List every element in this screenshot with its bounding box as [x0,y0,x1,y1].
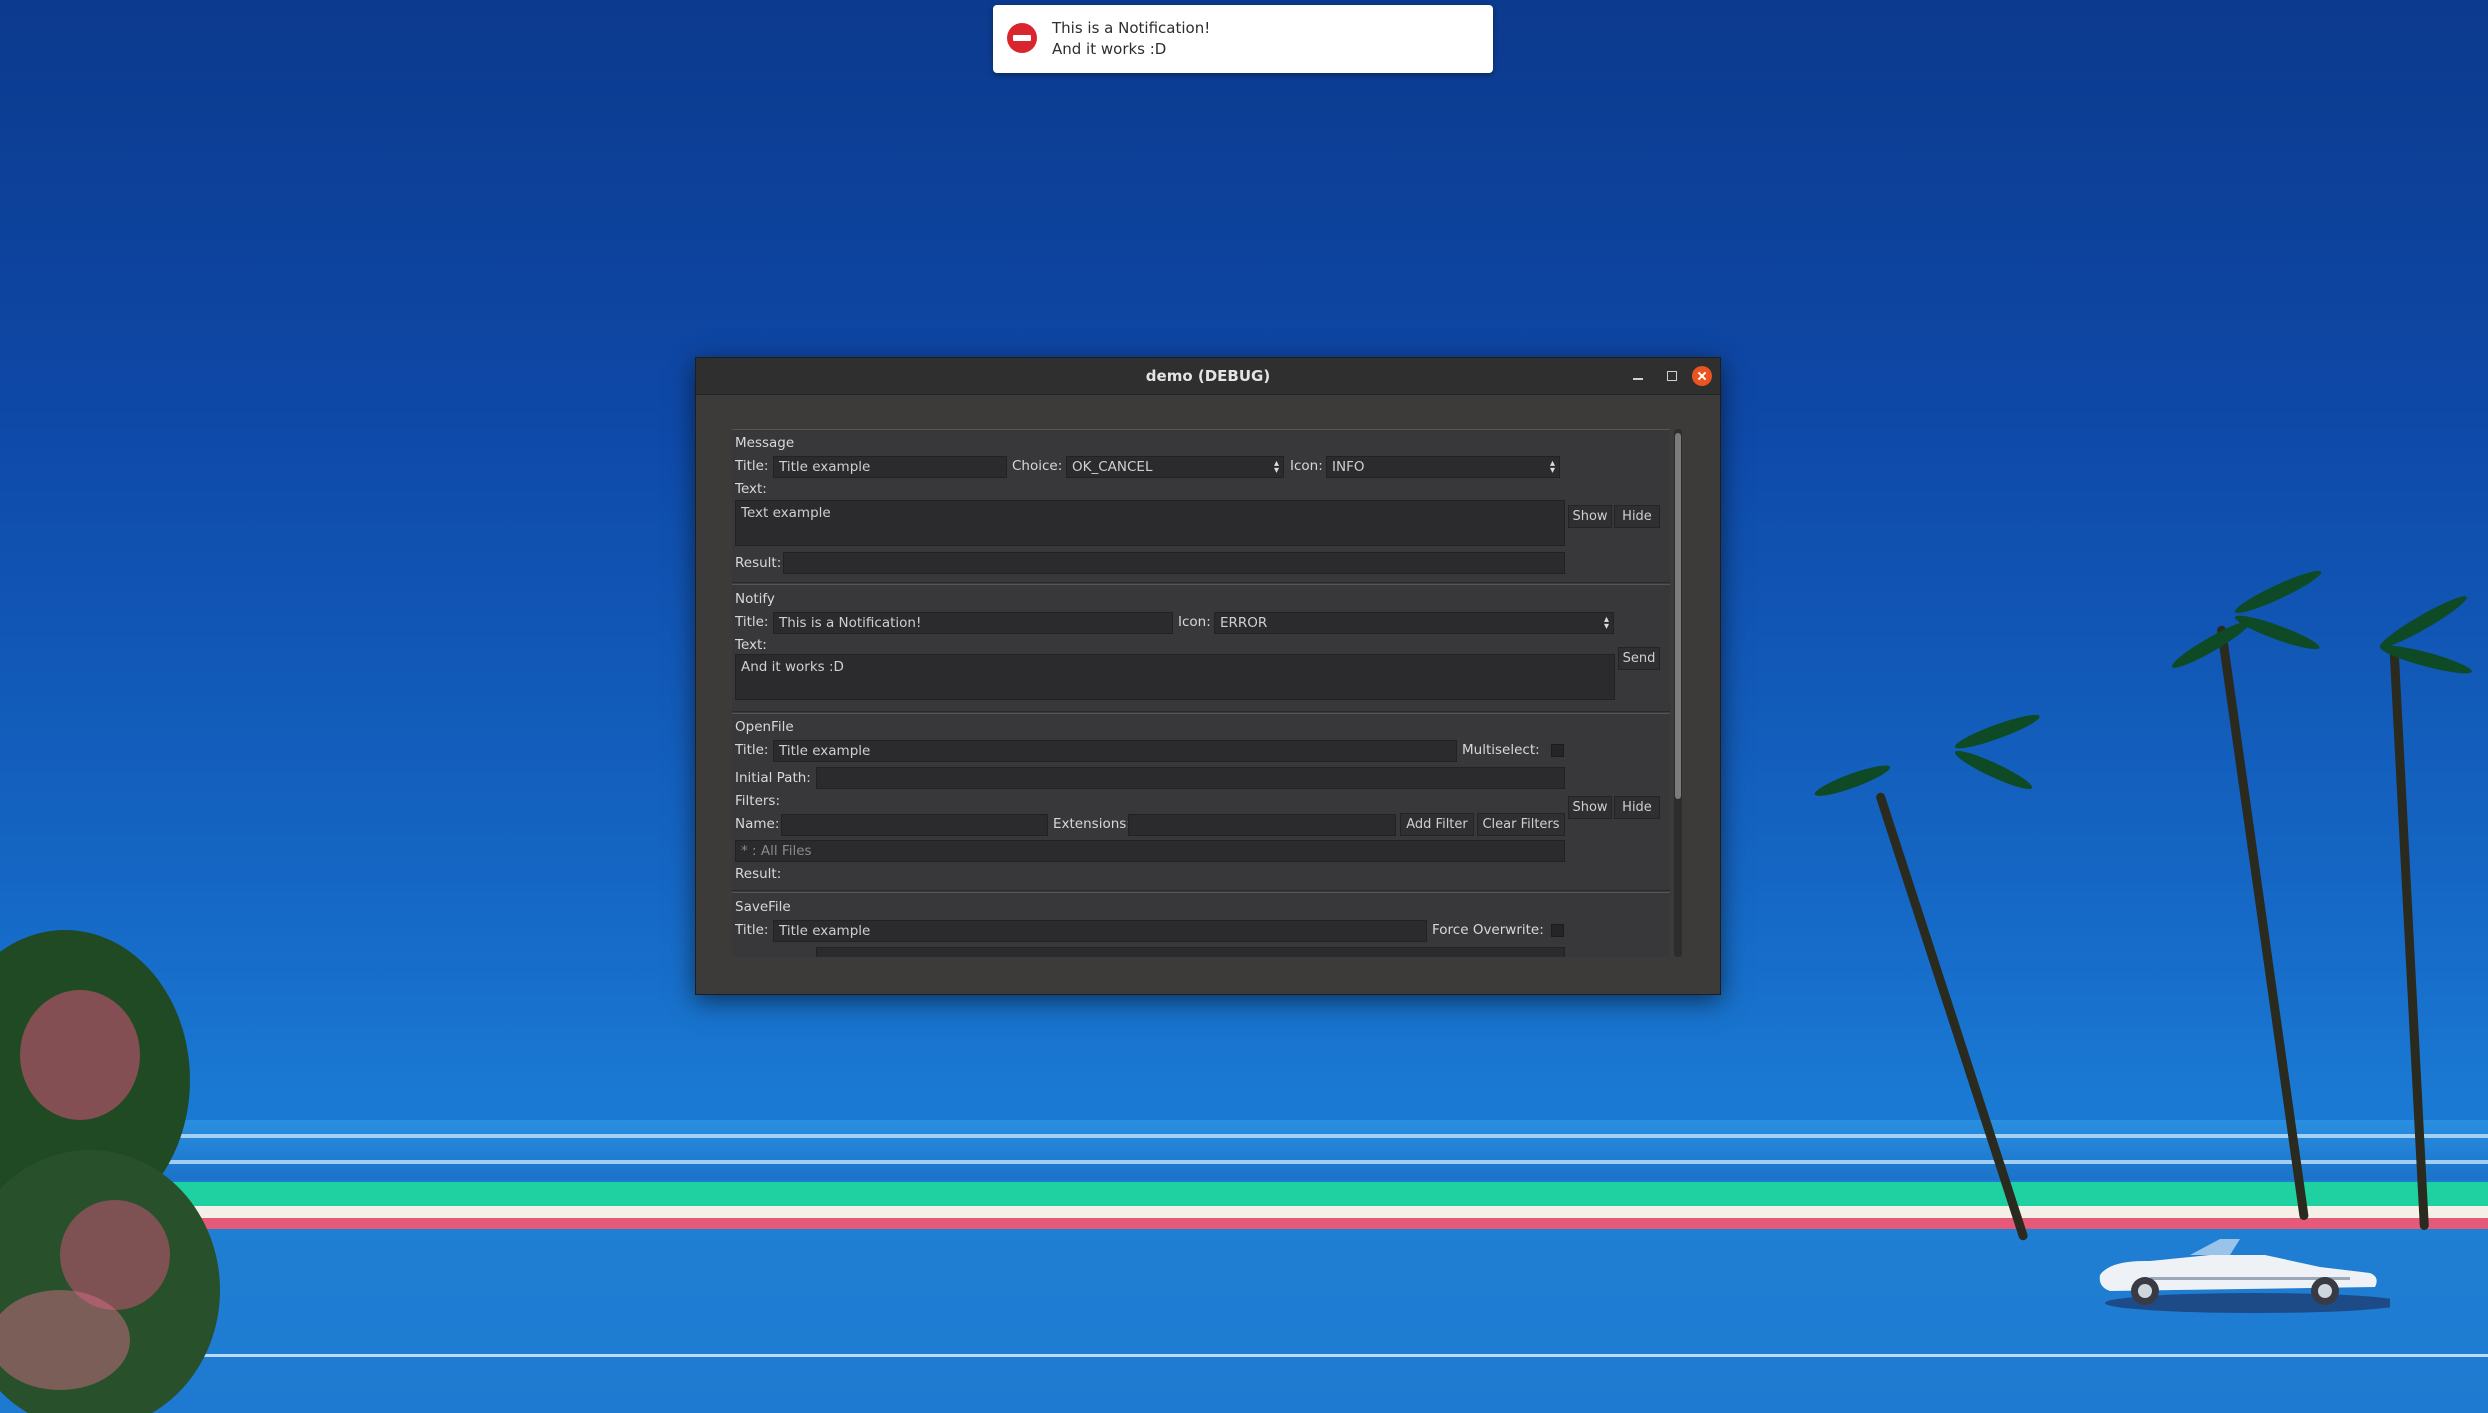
openfile-title-label: Title: [735,742,769,758]
savefile-force-overwrite-checkbox[interactable] [1551,924,1564,937]
message-choice-label: Choice: [1012,458,1063,474]
openfile-show-button[interactable]: Show [1568,796,1612,819]
message-icon-label: Icon: [1290,458,1323,474]
wallpaper-palm-leaf [1952,745,2035,795]
savefile-group: SaveFile Title: Title example Force Over… [732,892,1670,957]
message-group: Message Title: Title example Choice: OK_… [732,429,1670,583]
vertical-scrollbar[interactable] [1674,429,1682,957]
openfile-hide-button[interactable]: Hide [1614,796,1660,819]
notify-icon-select[interactable]: ERROR ▴ ▾ [1214,612,1614,634]
notify-title-label: Title: [735,614,769,630]
wallpaper-palm-leaf [1952,709,2042,754]
maximize-icon[interactable] [1664,368,1680,384]
openfile-add-filter-button[interactable]: Add Filter [1400,813,1474,836]
notify-title-input[interactable]: This is a Notification! [773,612,1173,634]
notify-icon-value: ERROR [1220,615,1268,631]
openfile-result-label: Result: [735,866,782,882]
message-result-label: Result: [735,555,782,571]
message-title-label: Title: [735,458,769,474]
notify-group: Notify Title: This is a Notification! Ic… [732,584,1670,712]
wallpaper-palm-leaf [2168,615,2254,674]
wallpaper-lane-line [0,1354,2488,1357]
openfile-initial-path-label: Initial Path: [735,770,811,786]
message-heading: Message [735,435,795,451]
updown-arrows-icon: ▴ ▾ [1603,614,1609,632]
message-icon-value: INFO [1332,459,1365,475]
wallpaper-curb [0,1206,2488,1218]
wallpaper-palm-leaf [2232,610,2322,655]
openfile-title-input[interactable]: Title example [773,740,1457,762]
app-window: demo (DEBUG) Message Title: Title exampl… [695,357,1721,995]
openfile-multiselect-checkbox[interactable] [1551,744,1564,757]
message-choice-select[interactable]: OK_CANCEL ▴ ▾ [1066,456,1284,478]
error-icon [1007,23,1037,53]
savefile-heading: SaveFile [735,899,791,915]
openfile-heading: OpenFile [735,719,794,735]
savefile-title-input[interactable]: Title example [773,920,1427,942]
scrollbar-thumb[interactable] [1675,433,1681,799]
openfile-multiselect-label: Multiselect: [1462,742,1540,758]
updown-arrows-icon: ▴ ▾ [1273,458,1279,476]
notify-heading: Notify [735,591,775,607]
savefile-title-label: Title: [735,922,769,938]
openfile-clear-filters-button[interactable]: Clear Filters [1477,813,1565,836]
list-item[interactable]: * : All Files [741,843,812,859]
wallpaper-promenade [0,1182,2488,1206]
notification-popup[interactable]: This is a Notification! And it works :D [993,5,1493,73]
savefile-initial-path-input[interactable] [816,947,1565,957]
openfile-name-label: Name: [735,816,780,832]
notify-text-input[interactable]: And it works :D [735,654,1615,700]
message-show-button[interactable]: Show [1568,505,1612,528]
window-title: demo (DEBUG) [1145,367,1271,385]
notification-title: This is a Notification! [1052,19,1211,37]
wallpaper-wave [0,1160,2488,1164]
message-title-input[interactable]: Title example [773,456,1007,478]
updown-arrows-icon: ▴ ▾ [1549,458,1555,476]
message-result-field[interactable] [783,552,1565,574]
message-text-input[interactable]: Text example [735,500,1565,546]
minimize-icon[interactable] [1630,368,1646,384]
window-titlebar[interactable]: demo (DEBUG) [696,358,1720,395]
notification-text: And it works :D [1052,40,1167,58]
openfile-initial-path-input[interactable] [816,767,1565,789]
openfile-name-input[interactable] [781,814,1048,836]
wallpaper-car [2099,1239,2390,1313]
close-icon[interactable] [1692,366,1712,386]
scroll-content: Message Title: Title example Choice: OK_… [732,429,1670,957]
wallpaper-flowers [20,990,140,1120]
wallpaper-palm-leaf [2232,565,2325,619]
wallpaper-palm-leaf [2376,590,2471,654]
openfile-filter-list[interactable]: * : All Files [735,840,1565,862]
message-choice-value: OK_CANCEL [1072,459,1153,475]
wallpaper-wave [0,1134,2488,1138]
message-icon-select[interactable]: INFO ▴ ▾ [1326,456,1560,478]
wallpaper-sea [0,1120,2488,1180]
message-text-label: Text: [735,481,767,497]
savefile-force-overwrite-label: Force Overwrite: [1432,922,1544,938]
notify-icon-label: Icon: [1178,614,1211,630]
notify-send-button[interactable]: Send [1618,647,1660,670]
notify-text-label: Text: [735,637,767,653]
openfile-group: OpenFile Title: Title example Multiselec… [732,713,1670,891]
message-hide-button[interactable]: Hide [1614,505,1660,528]
openfile-extensions-input[interactable] [1128,814,1396,836]
openfile-filters-label: Filters: [735,793,781,809]
openfile-extensions-label: Extensions: [1053,816,1131,832]
